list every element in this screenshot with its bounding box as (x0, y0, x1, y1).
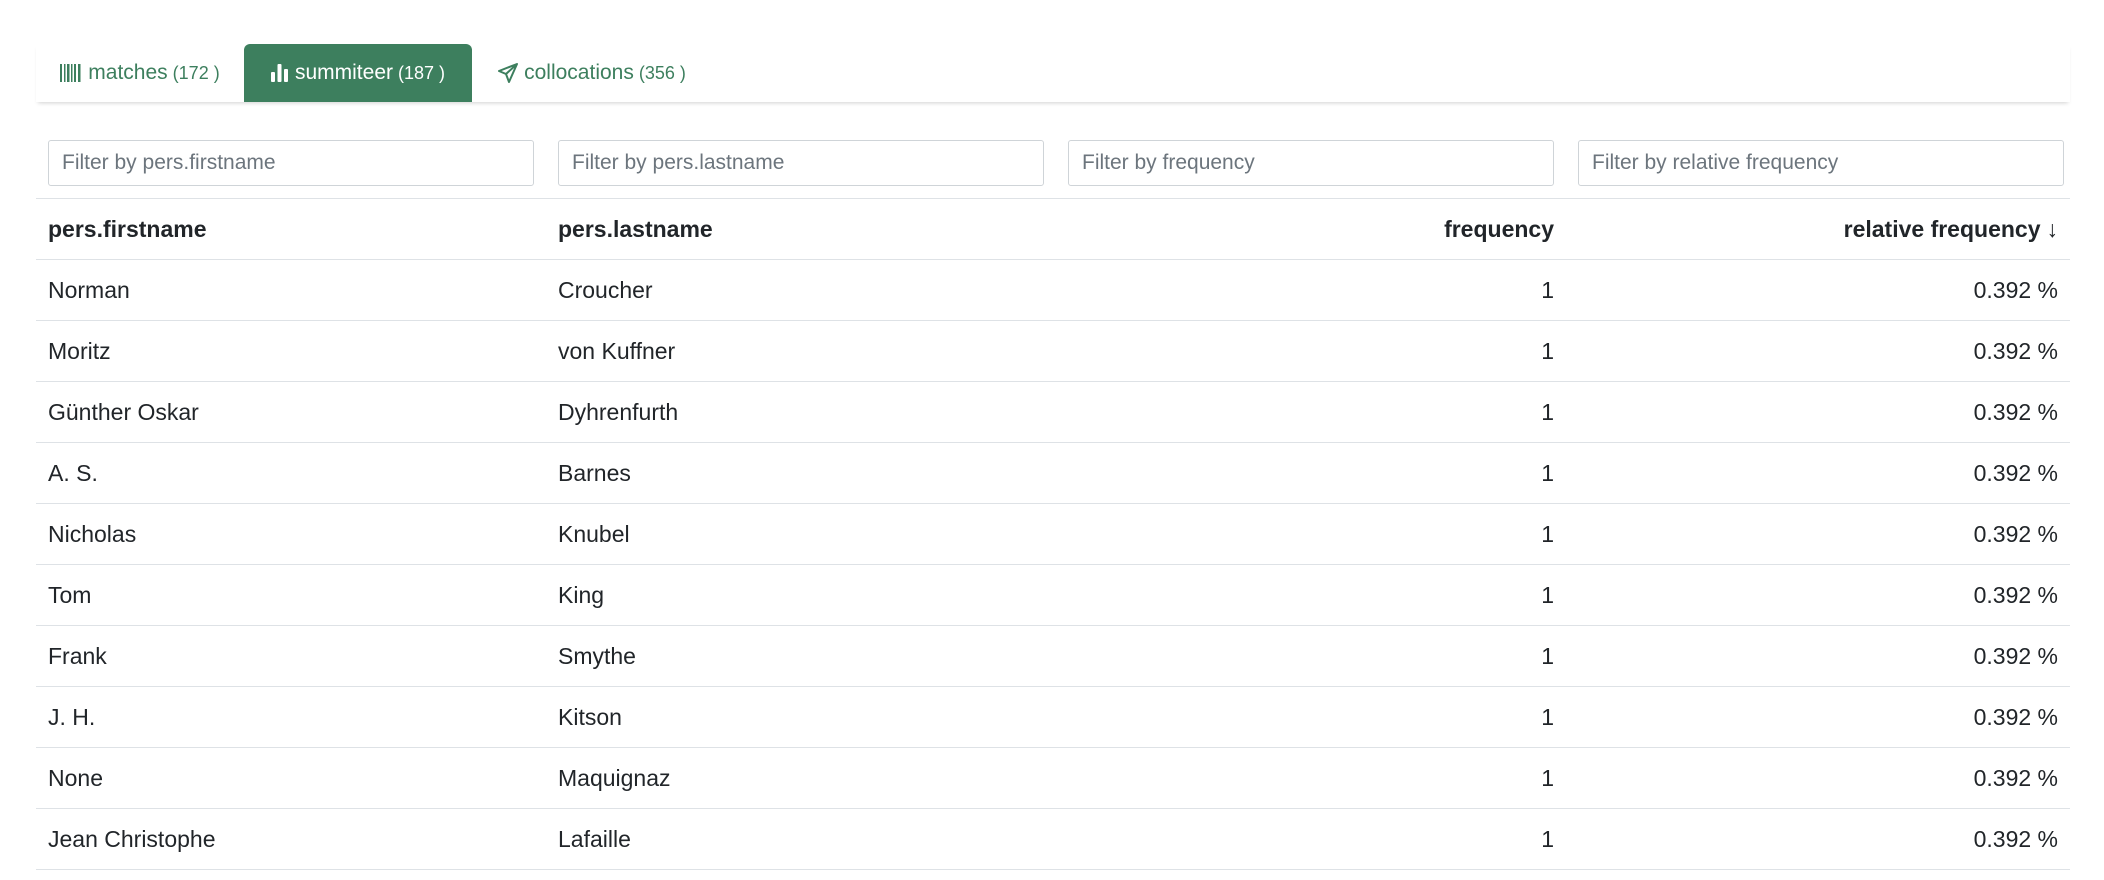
relative-frequency-cell: 0.392 % (1566, 259, 2070, 321)
firstname-cell: Tom (36, 564, 546, 626)
filter-row (36, 140, 2070, 188)
table-row: Jean Christophe Lafaille 1 0.392 % (36, 808, 2070, 870)
relative-frequency-cell: 0.392 % (1566, 381, 2070, 443)
relative-frequency-filter-input[interactable] (1578, 140, 2064, 186)
frequency-cell: 1 (1056, 808, 1566, 870)
lastname-cell: von Kuffner (546, 320, 1056, 382)
frequency-cell: 1 (1056, 442, 1566, 504)
tab-collocations-label: collocations (524, 61, 634, 84)
lastname-cell: Smythe (546, 625, 1056, 687)
table-body: Norman Croucher 1 0.392 % Moritz von Kuffner 1… (36, 259, 2070, 870)
tab-matches[interactable]: matches (172 ) (36, 44, 244, 102)
table-row: A. S. Barnes 1 0.392 % (36, 442, 2070, 504)
lastname-cell: Dyhrenfurth (546, 381, 1056, 443)
firstname-cell: Jean Christophe (36, 808, 546, 870)
barcode-icon (60, 64, 82, 82)
lastname-cell: Barnes (546, 442, 1056, 504)
frequency-cell: 1 (1056, 503, 1566, 565)
firstname-cell: Moritz (36, 320, 546, 382)
relative-frequency-cell: 0.392 % (1566, 747, 2070, 809)
lastname-cell: King (546, 564, 1056, 626)
firstname-cell: None (36, 747, 546, 809)
table-row: None Maquignaz 1 0.392 % (36, 747, 2070, 809)
table-row: J. H. Kitson 1 0.392 % (36, 686, 2070, 748)
table-row: Tom King 1 0.392 % (36, 564, 2070, 626)
firstname-cell: J. H. (36, 686, 546, 748)
relative-frequency-cell: 0.392 % (1566, 808, 2070, 870)
lastname-filter-input[interactable] (558, 140, 1044, 186)
frequency-cell: 1 (1056, 259, 1566, 321)
tab-matches-count: (172 ) (172, 62, 220, 83)
frequency-cell: 1 (1056, 686, 1566, 748)
table-row: Nicholas Knubel 1 0.392 % (36, 503, 2070, 565)
column-header-frequency-label: frequency (1444, 215, 1554, 242)
tab-summiteer-label: summiteer (294, 61, 393, 84)
firstname-cell: Nicholas (36, 503, 546, 565)
column-header-frequency[interactable]: frequency (1056, 198, 1566, 260)
tab-collocations-count: (356 ) (638, 62, 686, 83)
relative-frequency-cell: 0.392 % (1566, 503, 2070, 565)
sort-descending-icon: ↓ (2046, 215, 2059, 242)
relative-frequency-cell: 0.392 % (1566, 686, 2070, 748)
tab-matches-label: matches (88, 61, 168, 84)
relative-frequency-cell: 0.392 % (1566, 564, 2070, 626)
lastname-cell: Maquignaz (546, 747, 1056, 809)
tab-summiteer-count: (187 ) (398, 62, 446, 83)
relative-frequency-cell: 0.392 % (1566, 320, 2070, 382)
table-header-row: pers.firstname pers.lastname frequency r… (36, 198, 2070, 260)
column-header-relative-frequency[interactable]: relative frequency ↓ (1566, 198, 2070, 260)
results-panel: matches (172 ) summiteer (187 ) collocat… (36, 44, 2070, 870)
table-row: Moritz von Kuffner 1 0.392 % (36, 320, 2070, 382)
frequency-cell: 1 (1056, 320, 1566, 382)
frequency-cell: 1 (1056, 381, 1566, 443)
firstname-cell: Günther Oskar (36, 381, 546, 443)
table-row: Günther Oskar Dyhrenfurth 1 0.392 % (36, 381, 2070, 443)
column-header-relative-frequency-label: relative frequency (1843, 215, 2041, 242)
firstname-cell: Frank (36, 625, 546, 687)
frequency-cell: 1 (1056, 564, 1566, 626)
tab-summiteer[interactable]: summiteer (187 ) (244, 44, 472, 102)
relative-frequency-cell: 0.392 % (1566, 442, 2070, 504)
tab-bar: matches (172 ) summiteer (187 ) collocat… (36, 44, 2070, 102)
column-header-lastname-label: pers.lastname (558, 215, 713, 242)
bar-chart-icon (270, 64, 289, 82)
column-header-firstname[interactable]: pers.firstname (36, 198, 546, 260)
lastname-cell: Croucher (546, 259, 1056, 321)
table-row: Norman Croucher 1 0.392 % (36, 259, 2070, 321)
lastname-cell: Lafaille (546, 808, 1056, 870)
column-header-firstname-label: pers.firstname (48, 215, 207, 242)
paper-plane-icon (498, 63, 519, 83)
firstname-cell: Norman (36, 259, 546, 321)
frequency-cell: 1 (1056, 625, 1566, 687)
firstname-filter-input[interactable] (48, 140, 534, 186)
frequency-filter-input[interactable] (1068, 140, 1554, 186)
firstname-cell: A. S. (36, 442, 546, 504)
frequency-cell: 1 (1056, 747, 1566, 809)
relative-frequency-cell: 0.392 % (1566, 625, 2070, 687)
lastname-cell: Kitson (546, 686, 1056, 748)
table-row: Frank Smythe 1 0.392 % (36, 625, 2070, 687)
tab-collocations[interactable]: collocations (356 ) (472, 44, 712, 102)
lastname-cell: Knubel (546, 503, 1056, 565)
column-header-lastname[interactable]: pers.lastname (546, 198, 1056, 260)
results-table: pers.firstname pers.lastname frequency r… (36, 198, 2070, 870)
